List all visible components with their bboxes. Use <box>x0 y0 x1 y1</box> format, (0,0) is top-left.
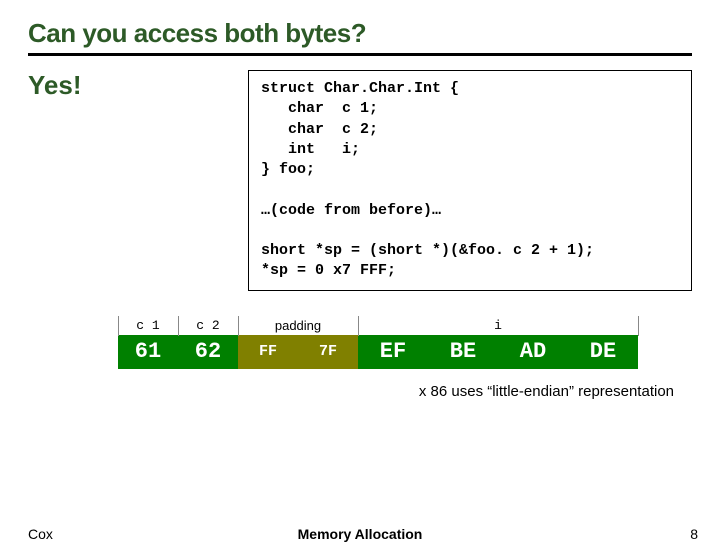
label-padding: padding <box>238 317 358 333</box>
byte-3-new: 7F <box>319 343 337 360</box>
endian-note: x 86 uses “little-endian” representation <box>118 383 678 400</box>
byte-2: FF <box>238 335 298 369</box>
page-title: Can you access both bytes? <box>28 18 692 49</box>
byte-5: BE <box>428 335 498 369</box>
answer-yes: Yes! <box>28 70 248 101</box>
label-i: i <box>358 317 638 333</box>
byte-1: 62 <box>178 335 238 369</box>
byte-3: 7F <box>298 335 358 369</box>
title-rule <box>28 53 692 56</box>
byte-4: EF <box>358 335 428 369</box>
code-box: struct Char.Char.Int { char c 1; char c … <box>248 70 692 291</box>
label-c1: c 1 <box>118 317 178 333</box>
byte-7: DE <box>568 335 638 369</box>
byte-0: 61 <box>118 335 178 369</box>
memory-diagram: c 1 c 2 padding i 61 62 FF 7F EF BE AD D… <box>118 317 678 400</box>
label-c2: c 2 <box>178 317 238 333</box>
byte-2-new: FF <box>259 343 277 360</box>
byte-6: AD <box>498 335 568 369</box>
